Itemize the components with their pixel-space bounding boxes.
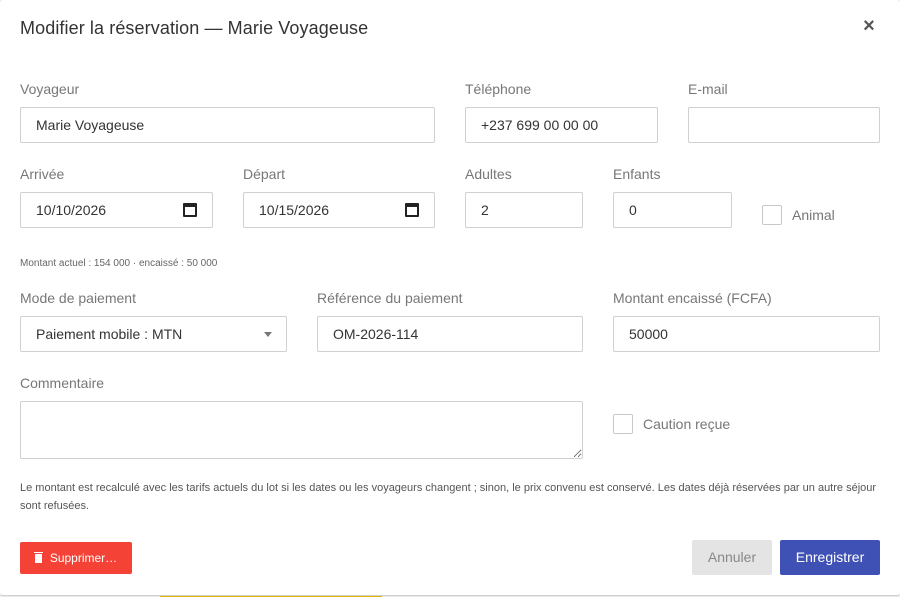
phone-input[interactable]: +237 699 00 00 00 (465, 107, 658, 143)
comment-label: Commentaire (20, 375, 105, 391)
adults-label: Adultes (465, 166, 512, 182)
arrival-date-value: 10/10/2026 (36, 202, 107, 218)
arrival-label: Arrivée (20, 166, 65, 182)
pet-label: Animal (792, 207, 835, 223)
caret-down-icon (264, 332, 272, 337)
amount-collected-input[interactable]: 50000 (613, 316, 880, 352)
cancel-button[interactable]: Annuler (692, 540, 772, 575)
amount-collected-label: Montant encaissé (FCFA) (613, 290, 772, 306)
deposit-checkbox[interactable] (613, 414, 633, 434)
delete-button[interactable]: Supprimer… (20, 542, 132, 574)
traveler-input[interactable]: Marie Voyageuse (20, 107, 435, 143)
children-label: Enfants (613, 166, 661, 182)
payment-mode-label: Mode de paiement (20, 290, 136, 306)
adults-input[interactable]: 2 (465, 192, 583, 228)
traveler-label: Voyageur (20, 81, 80, 97)
payment-reference-label: Référence du paiement (317, 290, 463, 306)
calendar-icon[interactable] (405, 203, 419, 217)
departure-date-input[interactable]: 10/15/2026 (243, 192, 435, 228)
payment-mode-value: Paiement mobile : MTN (36, 326, 183, 342)
departure-label: Départ (243, 166, 286, 182)
pet-checkbox[interactable] (762, 205, 782, 225)
arrival-date-input[interactable]: 10/10/2026 (20, 192, 213, 228)
deposit-label: Caution reçue (643, 416, 731, 432)
close-icon[interactable]: × (859, 16, 879, 36)
delete-button-label: Supprimer… (49, 551, 118, 565)
email-input[interactable] (688, 107, 880, 143)
phone-label: Téléphone (465, 81, 532, 97)
save-button[interactable]: Enregistrer (780, 540, 880, 575)
edit-reservation-modal: Modifier la réservation — Marie Voyageus… (0, 0, 900, 596)
comment-textarea[interactable] (20, 401, 583, 459)
help-text: Le montant est recalculé avec les tarifs… (20, 482, 877, 512)
trash-icon (33, 552, 43, 563)
children-input[interactable]: 0 (613, 192, 732, 228)
payment-mode-select[interactable]: Paiement mobile : MTN (20, 316, 287, 352)
departure-date-value: 10/15/2026 (259, 202, 330, 218)
email-label: E-mail (688, 81, 728, 97)
amount-summary: Montant actuel : 154 000 · encaissé : 50… (20, 258, 218, 269)
modal-title: Modifier la réservation — Marie Voyageus… (20, 18, 369, 38)
payment-reference-input[interactable]: OM-2026-114 (317, 316, 583, 352)
calendar-icon[interactable] (183, 203, 197, 217)
